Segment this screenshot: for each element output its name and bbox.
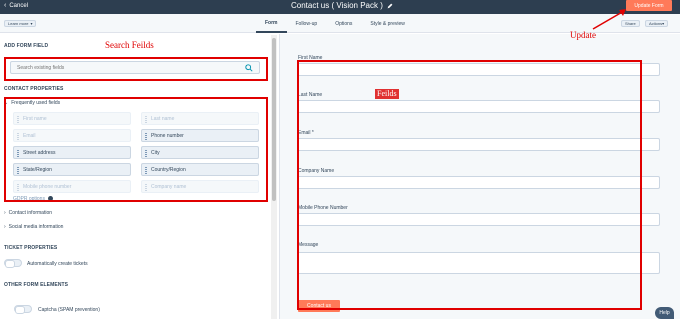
- annotation-fields-box: [297, 60, 642, 310]
- tab-follow-up[interactable]: Follow-up: [287, 14, 327, 33]
- help-button[interactable]: Help: [655, 307, 674, 319]
- social-media-label: Social media information: [8, 224, 64, 230]
- auto-create-tickets-label: Automatically create tickets: [27, 261, 88, 267]
- ticket-properties-heading: TICKET PROPERTIES: [4, 245, 58, 251]
- caret-down-icon: ▾: [30, 21, 33, 26]
- add-form-field-heading: ADD FORM FIELD: [4, 43, 49, 49]
- annotation-fields-label: Feilds: [375, 89, 399, 99]
- annotation-arrow-icon: [592, 9, 626, 30]
- annotation-fields-list-box: [4, 97, 268, 202]
- caret-down-icon: ▾: [662, 21, 665, 26]
- form-title-text: Contact us ( Vision Pack ): [291, 1, 383, 10]
- other-form-elements-heading: OTHER FORM ELEMENTS: [4, 282, 69, 288]
- chevron-right-icon: ›: [4, 224, 6, 230]
- captcha-toggle[interactable]: [14, 305, 32, 314]
- cancel-label: Cancel: [9, 2, 29, 9]
- pencil-icon[interactable]: [387, 3, 393, 9]
- contact-properties-heading: CONTACT PROPERTIES: [4, 86, 64, 92]
- update-form-button[interactable]: Update Form: [626, 0, 672, 11]
- form-title[interactable]: Contact us ( Vision Pack ): [291, 1, 393, 10]
- top-bar: ‹ Cancel Contact us ( Vision Pack ): [0, 0, 680, 14]
- auto-create-tickets-toggle[interactable]: [4, 259, 22, 268]
- annotation-search-box: [4, 57, 268, 81]
- captcha-label: Captcha (SPAM prevention): [38, 307, 100, 313]
- cancel-link[interactable]: ‹ Cancel: [4, 2, 28, 9]
- annotation-update-label: Update: [570, 30, 596, 40]
- contact-information-label: Contact information: [8, 210, 53, 216]
- actions-label: Actions: [649, 21, 663, 26]
- chevron-left-icon: ‹: [4, 2, 7, 9]
- annotation-search-label: Search Feilds: [105, 40, 154, 50]
- learn-more-label: Learn more: [8, 21, 29, 26]
- editor-tabs: Form Follow-up Options Style & preview: [256, 14, 414, 33]
- left-scrollbar-thumb[interactable]: [272, 38, 276, 201]
- tab-style-preview[interactable]: Style & preview: [361, 14, 413, 33]
- tab-form[interactable]: Form: [256, 14, 287, 33]
- social-media-toggle[interactable]: › Social media information: [4, 224, 63, 230]
- learn-more-button[interactable]: Learn more ▾: [4, 20, 37, 27]
- chevron-right-icon: ›: [4, 210, 6, 216]
- actions-button[interactable]: Actions ▾: [645, 20, 669, 27]
- tab-options[interactable]: Options: [326, 14, 361, 33]
- contact-information-toggle[interactable]: › Contact information: [4, 210, 52, 216]
